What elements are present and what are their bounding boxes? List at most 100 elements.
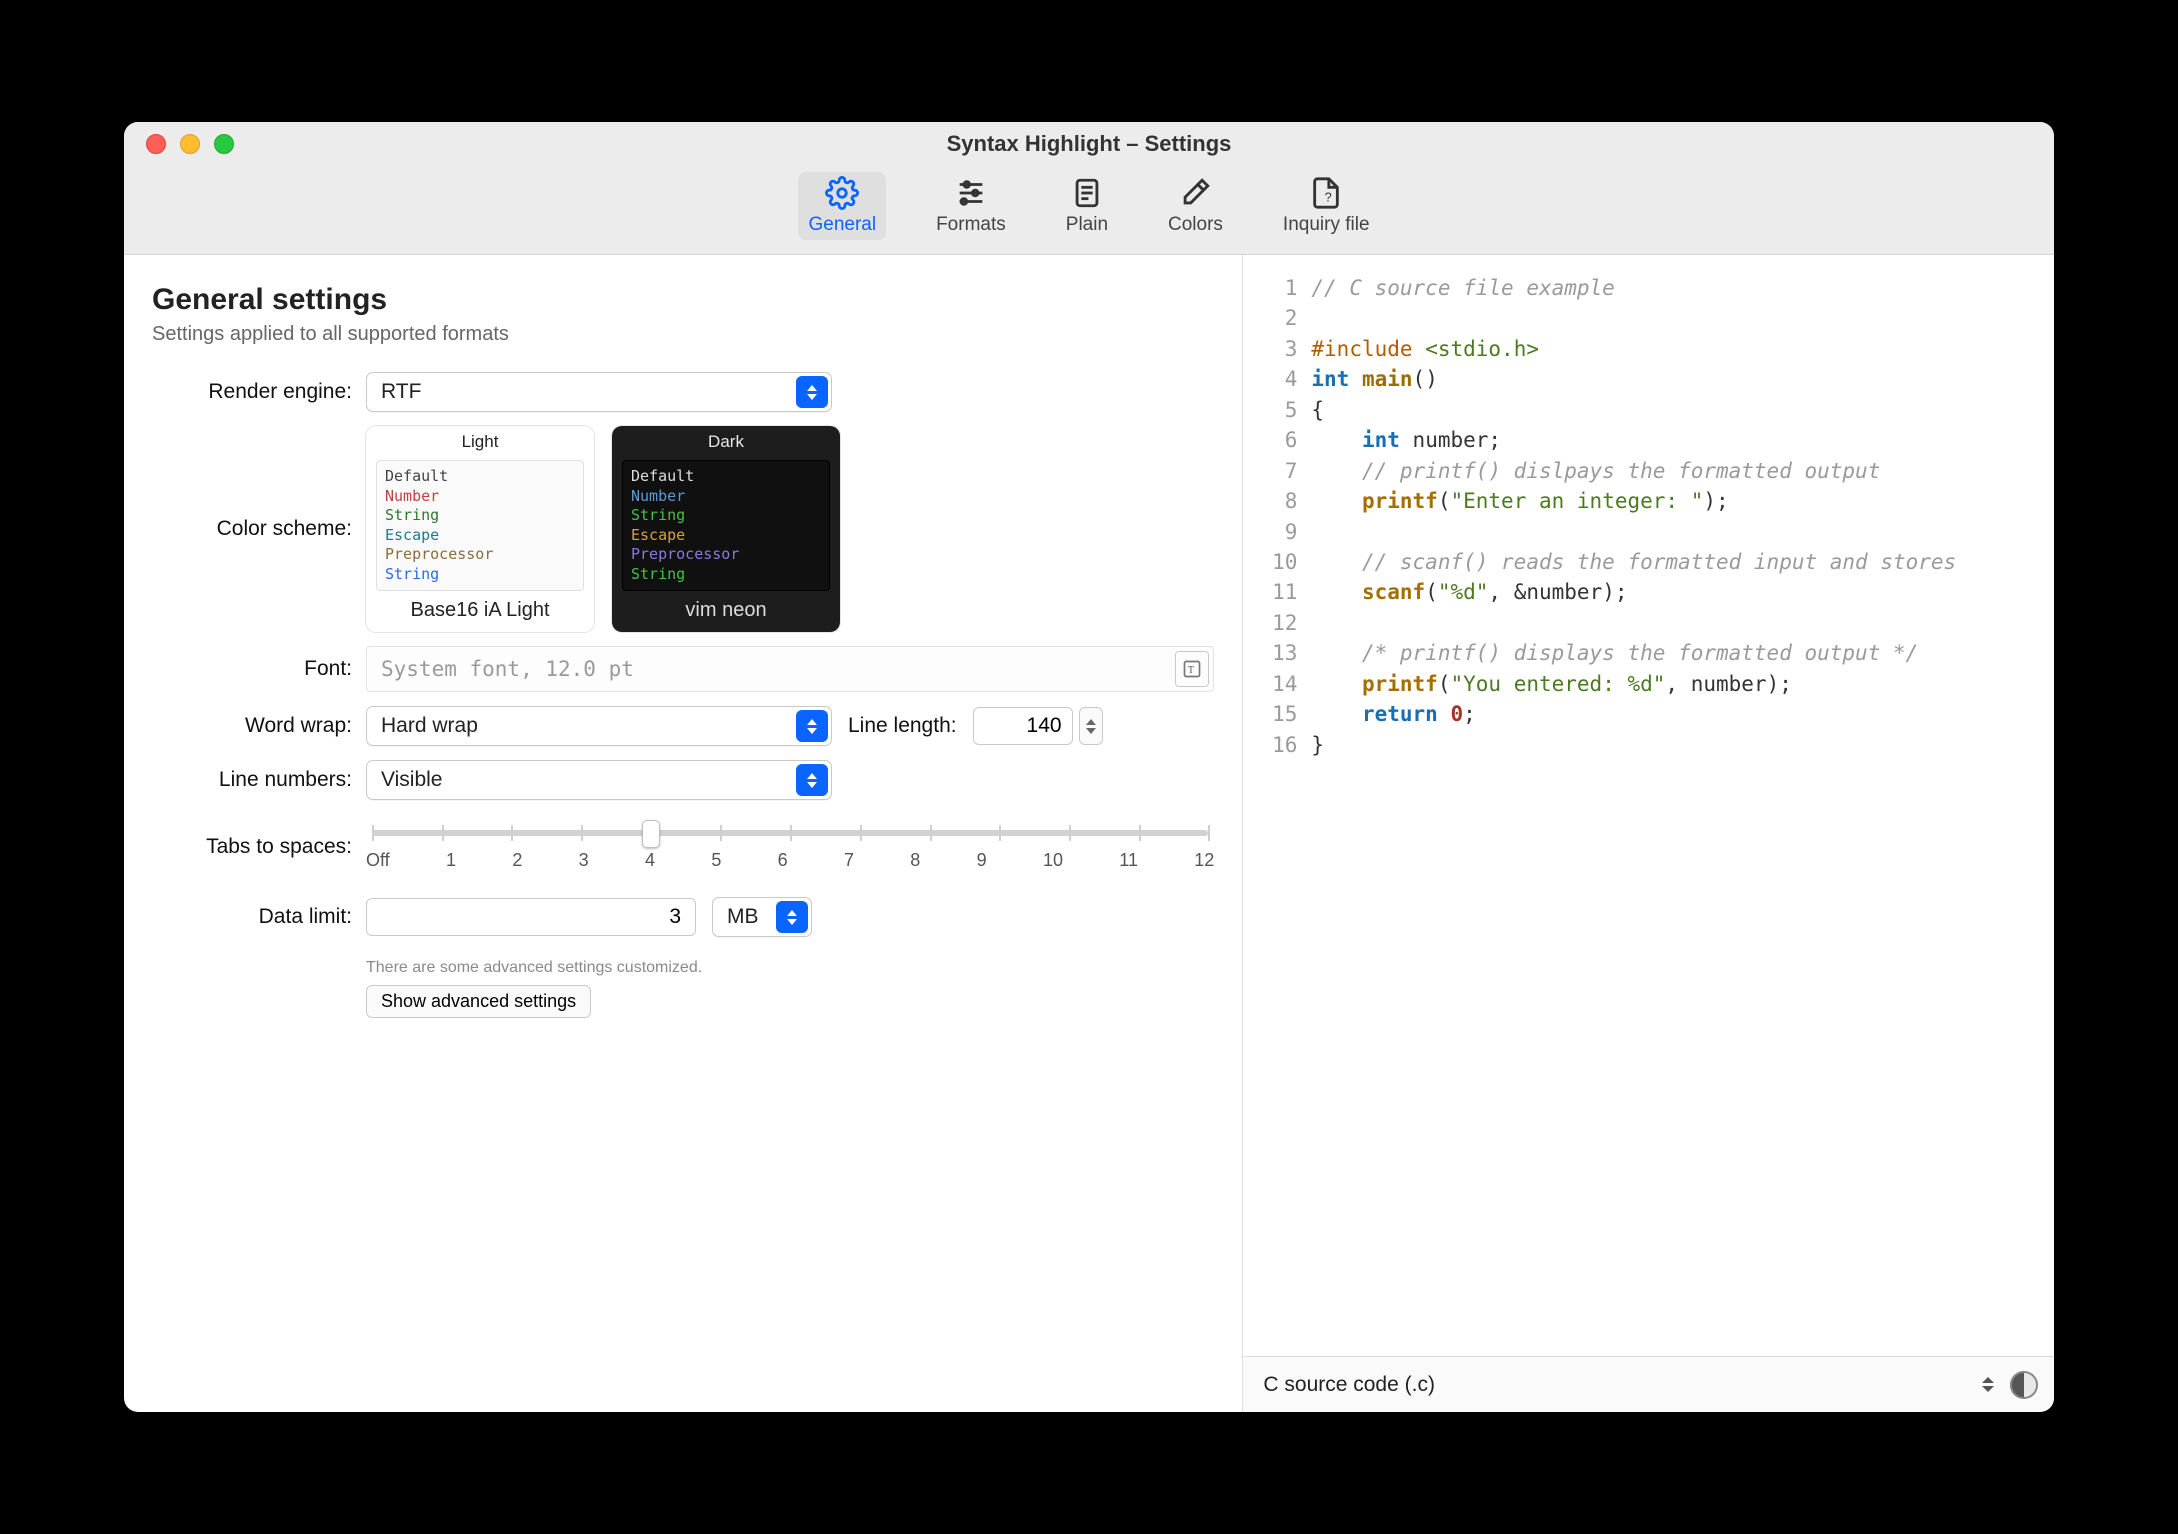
slider-tick (720, 825, 722, 841)
code-line: 16} (1261, 730, 2044, 760)
font-label: Font: (152, 657, 352, 681)
code-content: printf("You entered: %d", number); (1311, 669, 1791, 699)
font-picker-icon[interactable]: T (1175, 651, 1209, 687)
code-content: // printf() dislpays the formatted outpu… (1311, 456, 1880, 486)
tab-colors-label: Colors (1168, 214, 1223, 236)
line-number: 13 (1261, 638, 1297, 668)
data-limit-unit-select[interactable]: MB (712, 897, 812, 937)
slider-tick-label: 3 (579, 850, 589, 871)
data-limit-unit: MB (727, 905, 759, 929)
settings-window: Syntax Highlight – Settings General Form… (124, 122, 2054, 1412)
line-number: 6 (1261, 425, 1297, 455)
preview-panel: 1 // C source file example 23#include <std… (1243, 255, 2054, 1412)
dropdown-arrows-icon (776, 901, 808, 933)
code-line: 13 /* printf() displays the formatted ou… (1261, 638, 2044, 668)
render-engine-select[interactable]: RTF (366, 372, 832, 412)
line-length-stepper[interactable] (1079, 707, 1103, 745)
tab-inquiry-file[interactable]: ? Inquiry file (1273, 172, 1380, 240)
slider-tick-label: 1 (446, 850, 456, 871)
tab-formats[interactable]: Formats (926, 172, 1016, 240)
code-content: /* printf() displays the formatted outpu… (1311, 638, 1918, 668)
show-advanced-button[interactable]: Show advanced settings (366, 985, 591, 1018)
code-content: int number; (1311, 425, 1501, 455)
color-scheme-light[interactable]: Light Default Number String Escape Prepr… (366, 426, 594, 632)
code-content: int main() (1311, 364, 1437, 394)
slider-tick (372, 825, 374, 841)
code-line: 4 int main() (1261, 364, 2044, 394)
code-line: 12 (1261, 608, 2044, 638)
tab-inquiry-label: Inquiry file (1283, 214, 1370, 236)
dropdown-arrows-icon (796, 710, 828, 742)
dropdown-arrows-icon (796, 376, 828, 408)
paintbrush-icon (1178, 176, 1212, 210)
page-title: General settings (152, 283, 1214, 317)
slider-tick (442, 825, 444, 841)
light-scheme-sample: Default Number String Escape Preprocesso… (376, 460, 584, 591)
tab-general[interactable]: General (798, 172, 886, 240)
color-scheme-dark[interactable]: Dark Default Number String Escape Prepro… (612, 426, 840, 632)
line-number: 2 (1261, 303, 1297, 333)
dark-scheme-sample: Default Number String Escape Preprocesso… (622, 460, 830, 591)
data-limit-input[interactable] (366, 898, 696, 936)
code-line: 2 (1261, 303, 2044, 333)
toolbar: General Formats Plain Colors ? Inquiry f… (124, 166, 2054, 254)
svg-text:T: T (1188, 665, 1194, 676)
code-line: 3#include <stdio.h> (1261, 334, 2044, 364)
slider-tick-label: 4 (645, 850, 655, 871)
line-numbers-value: Visible (381, 768, 442, 792)
word-wrap-select[interactable]: Hard wrap (366, 706, 832, 746)
tabs-to-spaces-label: Tabs to spaces: (152, 835, 352, 859)
line-length-label: Line length: (848, 714, 957, 738)
line-length-input[interactable] (973, 707, 1073, 745)
code-content: return 0; (1311, 699, 1475, 729)
code-line: 5{ (1261, 395, 2044, 425)
line-number: 1 (1261, 273, 1297, 303)
code-content: scanf("%d", &number); (1311, 577, 1627, 607)
code-line: 10 // scanf() reads the formatted input … (1261, 547, 2044, 577)
tab-formats-label: Formats (936, 214, 1006, 236)
tab-general-label: General (808, 214, 876, 236)
slider-tick (930, 825, 932, 841)
slider-tick-label: 11 (1119, 850, 1138, 871)
line-number: 14 (1261, 669, 1297, 699)
dropdown-arrows-icon (796, 764, 828, 796)
code-content: printf("Enter an integer: "); (1311, 486, 1728, 516)
slider-thumb[interactable] (642, 820, 660, 848)
word-wrap-label: Word wrap: (152, 714, 352, 738)
tabs-to-spaces-slider[interactable]: Off123456789101112 (366, 822, 1214, 871)
document-icon (1070, 176, 1104, 210)
code-content: } (1311, 730, 1324, 760)
render-engine-label: Render engine: (152, 380, 352, 404)
slider-tick-label: 12 (1194, 850, 1214, 871)
code-content: // scanf() reads the formatted input and… (1311, 547, 1956, 577)
dark-scheme-header: Dark (612, 426, 840, 456)
code-line: 15 return 0; (1261, 699, 2044, 729)
font-field[interactable]: System font, 12.0 pt T (366, 646, 1214, 692)
line-number: 9 (1261, 517, 1297, 547)
code-line: 14 printf("You entered: %d", number); (1261, 669, 2044, 699)
slider-tick (511, 825, 513, 841)
code-line: 1 // C source file example (1261, 273, 2044, 303)
line-numbers-select[interactable]: Visible (366, 760, 832, 800)
line-number: 5 (1261, 395, 1297, 425)
line-number: 12 (1261, 608, 1297, 638)
appearance-toggle-icon[interactable] (2010, 1371, 2038, 1399)
slider-tick (1069, 825, 1071, 841)
tab-colors[interactable]: Colors (1158, 172, 1233, 240)
preview-language-select[interactable]: C source code (.c) (1263, 1373, 1982, 1397)
tab-plain-label: Plain (1066, 214, 1108, 236)
line-numbers-label: Line numbers: (152, 768, 352, 792)
slider-tick (1208, 825, 1210, 841)
slider-tick-label: 9 (977, 850, 987, 871)
code-line: 8 printf("Enter an integer: "); (1261, 486, 2044, 516)
advanced-note: There are some advanced settings customi… (366, 959, 1214, 977)
line-number: 4 (1261, 364, 1297, 394)
preview-language-value: C source code (.c) (1263, 1373, 1435, 1397)
file-question-icon: ? (1309, 176, 1343, 210)
code-content: // C source file example (1311, 273, 1614, 303)
dark-scheme-name: vim neon (612, 599, 840, 622)
tab-plain[interactable]: Plain (1056, 172, 1118, 240)
line-number: 15 (1261, 699, 1297, 729)
line-number: 8 (1261, 486, 1297, 516)
slider-tick-label: 7 (844, 850, 854, 871)
